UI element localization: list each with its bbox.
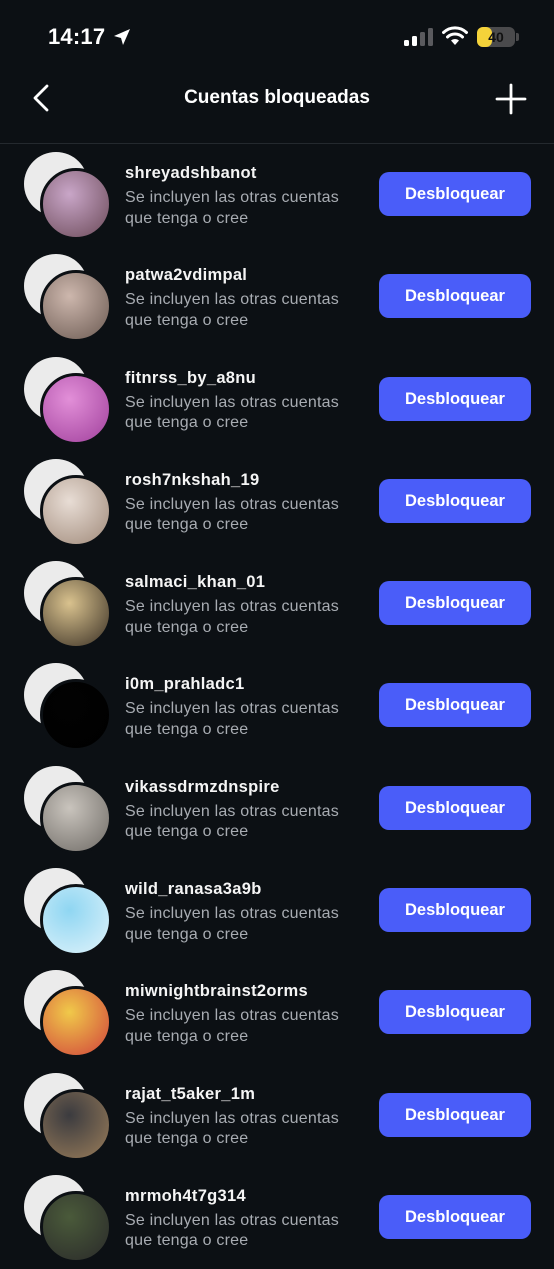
page-title: Cuentas bloqueadas (184, 87, 370, 108)
unblock-button[interactable]: Desbloquear (379, 990, 531, 1035)
avatar-image (40, 781, 112, 854)
list-item: mrmoh4t7g314 Se incluyen las otras cuenta… (0, 1167, 554, 1269)
unblock-button[interactable]: Desbloquear (379, 683, 531, 728)
unblock-button[interactable]: Desbloquear (379, 785, 531, 830)
unblock-button[interactable]: Desbloquear (379, 376, 531, 421)
location-arrow-icon (114, 29, 130, 45)
list-item: wild_ranasa3a9b Se incluyen las otras cue… (0, 860, 554, 962)
avatar-image (40, 884, 112, 957)
avatar-image (40, 986, 112, 1059)
unblock-button[interactable]: Desbloquear (379, 172, 531, 216)
unblock-button[interactable]: Desbloquear (379, 581, 531, 626)
account-subtitle: Se incluyen las otras cuentas que tenga … (125, 700, 339, 738)
username[interactable]: wild_ranasa3a9b (125, 880, 262, 899)
wifi-icon (442, 26, 468, 45)
list-item: patwa2vdimpal Se incluyen las otras cuent… (0, 246, 554, 348)
list-item: rosh7nkshah_19 Se incluyen las otras cuen… (0, 451, 554, 553)
account-subtitle: Se incluyen las otras cuentas que tenga … (125, 905, 339, 943)
username[interactable]: shreyadshbanot (125, 164, 257, 183)
unblock-button[interactable]: Desbloquear (379, 274, 531, 319)
account-subtitle: Se incluyen las otras cuentas que tenga … (125, 189, 339, 227)
blocked-accounts-list: shreyadshbanot Se incluyen las otras cuen… (0, 144, 554, 1269)
list-item: i0m_prahladc1 Se incluyen las otras cuent… (0, 655, 554, 757)
username[interactable]: rosh7nkshah_19 (125, 471, 259, 490)
username[interactable]: salmaci_khan_01 (125, 573, 265, 592)
unblock-button[interactable]: Desbloquear (379, 478, 531, 523)
username[interactable]: miwnightbrainst2orms (125, 982, 308, 1001)
navigation-bar: Cuentas bloqueadas (0, 70, 554, 144)
avatar-image (40, 372, 112, 445)
avatar[interactable] (24, 970, 114, 1060)
avatar[interactable] (24, 663, 114, 753)
status-time: 14:17 (48, 24, 106, 49)
account-subtitle: Se incluyen las otras cuentas que tenga … (125, 1211, 339, 1250)
avatar-image (40, 474, 112, 547)
battery-icon: 40 (477, 27, 515, 47)
username[interactable]: i0m_prahladc1 (125, 675, 244, 694)
avatar[interactable] (24, 765, 114, 856)
avatar[interactable] (24, 458, 114, 549)
battery-nub (516, 33, 519, 41)
add-blocked-account-button[interactable] (494, 82, 528, 116)
cellular-signal-icon (404, 28, 433, 46)
avatar[interactable] (24, 561, 114, 651)
account-subtitle: Se incluyen las otras cuentas que tenga … (125, 802, 339, 841)
status-bar: 14:17 40 (0, 0, 554, 70)
list-item: salmaci_khan_01 Se incluyen las otras cue… (0, 553, 554, 655)
list-item: miwnightbrainst2orms Se incluyen las otra… (0, 962, 554, 1064)
list-item: fitnrss_by_a8nu Se incluyen las otras cue… (0, 349, 554, 451)
avatar[interactable] (24, 1072, 114, 1163)
unblock-button[interactable]: Desbloquear (379, 888, 531, 933)
avatar-image (40, 1088, 112, 1161)
account-subtitle: Se incluyen las otras cuentas que tenga … (125, 598, 339, 636)
avatar-image (40, 1190, 112, 1263)
username[interactable]: patwa2vdimpal (125, 266, 247, 285)
list-item: shreyadshbanot Se incluyen las otras cuen… (0, 144, 554, 246)
avatar[interactable] (24, 254, 114, 344)
account-subtitle: Se incluyen las otras cuentas que tenga … (125, 393, 339, 432)
unblock-button[interactable]: Desbloquear (379, 1194, 531, 1239)
account-subtitle: Se incluyen las otras cuentas que tenga … (125, 1109, 339, 1148)
username[interactable]: fitnrss_by_a8nu (125, 369, 256, 388)
avatar[interactable] (24, 868, 114, 958)
avatar-image (40, 679, 112, 752)
avatar-image (40, 577, 112, 650)
username[interactable]: mrmoh4t7g314 (125, 1187, 246, 1206)
account-subtitle: Se incluyen las otras cuentas que tenga … (125, 1007, 339, 1045)
list-item: vikassdrmzdnspire Se incluyen las otras c… (0, 758, 554, 860)
avatar[interactable] (24, 356, 114, 447)
account-subtitle: Se incluyen las otras cuentas que tenga … (125, 495, 339, 534)
battery-level: 40 (488, 29, 504, 45)
account-subtitle: Se incluyen las otras cuentas que tenga … (125, 291, 339, 329)
avatar[interactable] (24, 152, 114, 242)
unblock-button[interactable]: Desbloquear (379, 1092, 531, 1137)
avatar-image (40, 168, 112, 240)
username[interactable]: rajat_t5aker_1m (125, 1085, 255, 1104)
avatar-image (40, 270, 112, 343)
avatar[interactable] (24, 1174, 114, 1265)
username[interactable]: vikassdrmzdnspire (125, 778, 280, 797)
list-item: rajat_t5aker_1m Se incluyen las otras cue… (0, 1065, 554, 1167)
plus-icon (495, 83, 527, 115)
